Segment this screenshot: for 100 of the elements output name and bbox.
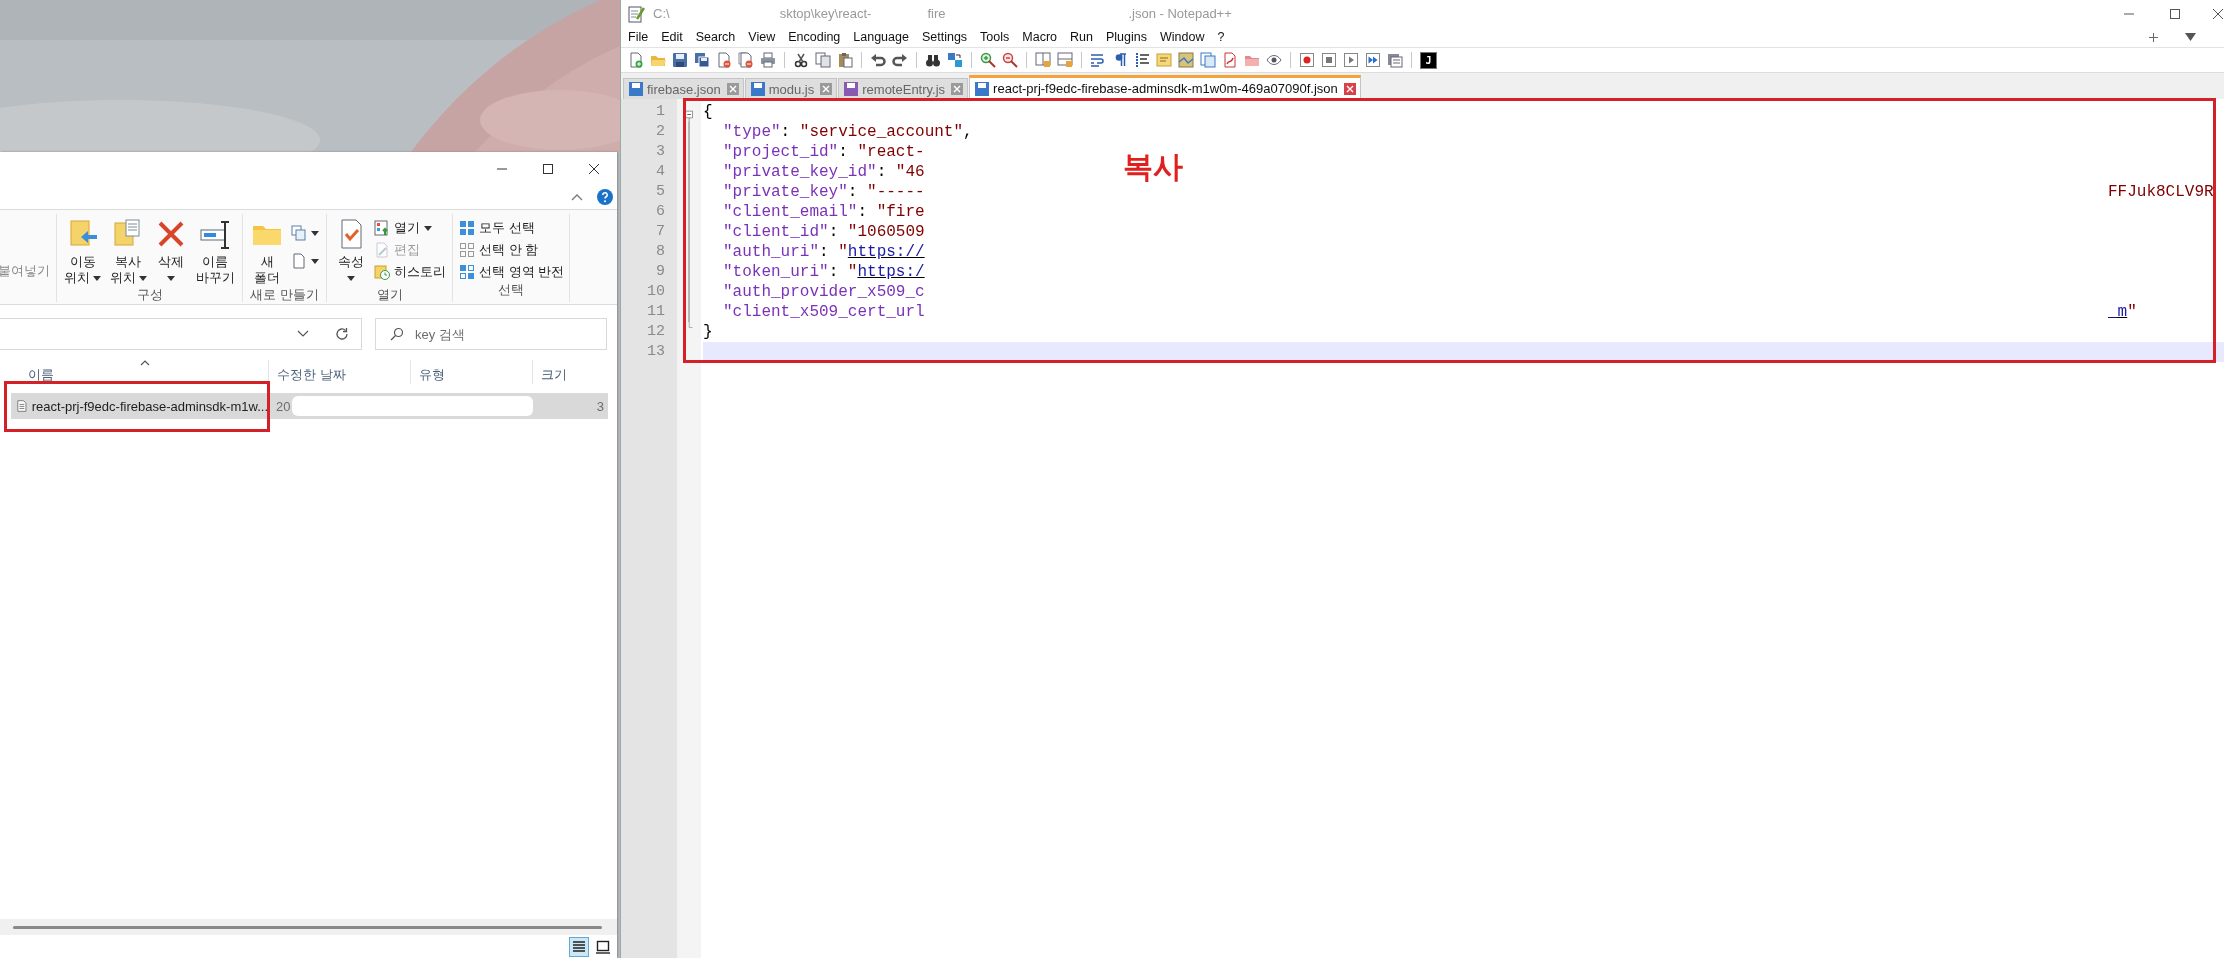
ribbon-small-button[interactable] xyxy=(291,252,319,270)
menu-item[interactable]: Language xyxy=(853,30,909,44)
find-icon[interactable] xyxy=(925,52,941,68)
close-icon[interactable] xyxy=(726,83,739,95)
indent-guide-icon[interactable] xyxy=(1134,52,1150,68)
file-row[interactable]: react-prj-f9edc-firebase-adminsdk-m1w... 20 3 xyxy=(11,393,608,419)
menu-item[interactable]: Encoding xyxy=(788,30,841,44)
file-tab[interactable]: react-prj-f9edc-firebase-adminsdk-m1w0m-469a07090f.json xyxy=(969,75,1361,99)
ribbon-button[interactable]: 이름 바꾸기 xyxy=(194,218,236,286)
notepad-icon xyxy=(627,4,645,23)
column-header[interactable]: 크기 xyxy=(532,360,617,384)
help-icon[interactable] xyxy=(597,189,613,205)
document-map-icon[interactable] xyxy=(1178,52,1194,68)
ribbon-button[interactable]: 삭제 xyxy=(153,218,189,286)
code-text: "auth_provider_x509_c xyxy=(723,282,925,302)
ribbon-small-button[interactable]: 선택 안 함 xyxy=(459,241,565,259)
fast-forward-icon[interactable] xyxy=(1365,52,1381,68)
ribbon-small-button[interactable]: 열기 xyxy=(374,219,446,237)
ribbon-small-button[interactable]: 모두 선택 xyxy=(459,219,565,237)
plugin-button[interactable]: J xyxy=(1420,51,1437,69)
ribbon-button[interactable]: 이동 위치 xyxy=(63,218,103,286)
close-icon xyxy=(2212,7,2224,20)
column-header[interactable]: 유형 xyxy=(410,360,532,384)
file-tab[interactable]: firebase.json xyxy=(623,78,744,99)
undo-icon[interactable] xyxy=(870,52,886,68)
close-icon[interactable] xyxy=(951,83,964,95)
code-text: } xyxy=(703,322,713,342)
menu-item[interactable]: File xyxy=(628,30,649,44)
close-file-icon[interactable] xyxy=(716,52,732,68)
code-text: "auth_uri": "https:// xyxy=(723,242,925,262)
menu-item[interactable]: Tools xyxy=(980,30,1010,44)
cut-icon[interactable] xyxy=(793,52,809,68)
play-icon[interactable] xyxy=(1343,52,1359,68)
menu-item[interactable]: Window xyxy=(1159,30,1205,44)
plus-icon[interactable] xyxy=(2149,32,2158,42)
line-number: 1 xyxy=(655,102,666,122)
copy-icon[interactable] xyxy=(815,52,831,68)
collapse-ribbon-icon[interactable] xyxy=(571,193,583,201)
save-macro-icon[interactable] xyxy=(1387,52,1403,68)
print-icon[interactable] xyxy=(760,52,776,68)
menu-item[interactable]: Edit xyxy=(661,30,683,44)
refresh-icon[interactable] xyxy=(335,327,349,341)
column-header[interactable]: 이름 xyxy=(0,360,268,384)
title-text: .json - Notepad++ xyxy=(1128,6,1232,21)
blank-page-icon xyxy=(291,253,307,269)
file-tab[interactable]: remoteEntry.js xyxy=(838,78,969,99)
line-number: 4 xyxy=(655,162,666,182)
scrollbar-thumb[interactable] xyxy=(13,925,602,929)
menu-item[interactable]: Settings xyxy=(921,30,968,44)
menu-item[interactable]: Search xyxy=(695,30,736,44)
close-icon[interactable] xyxy=(820,83,833,95)
document-swirl-icon[interactable] xyxy=(1222,52,1238,68)
menu-item[interactable]: Macro xyxy=(1022,30,1058,44)
save-icon[interactable] xyxy=(672,52,688,68)
menu-item[interactable]: ? xyxy=(1217,30,1225,44)
collapse-icon[interactable] xyxy=(684,107,695,122)
menu-item[interactable]: Plugins xyxy=(1105,30,1147,44)
group-label: 구성 xyxy=(135,286,164,304)
ribbon-button[interactable]: 새 폴더 xyxy=(249,218,285,286)
ribbon-small-button[interactable]: 히스토리 xyxy=(374,263,446,281)
menu-item[interactable]: View xyxy=(748,30,776,44)
redo-icon[interactable] xyxy=(892,52,908,68)
scrollbar[interactable] xyxy=(0,919,617,935)
line-number: 3 xyxy=(655,142,666,162)
file-tab[interactable]: modu.js xyxy=(744,78,838,99)
paste-icon[interactable] xyxy=(837,52,853,68)
code-text: "token_uri": "https:/ xyxy=(723,262,925,282)
language-icon[interactable] xyxy=(1156,52,1172,68)
ribbon-button[interactable]: 속성 xyxy=(333,218,368,286)
sync-vertical-icon[interactable] xyxy=(1035,52,1051,68)
zoom-in-icon[interactable] xyxy=(980,52,996,68)
zoom-out-icon[interactable] xyxy=(1002,52,1018,68)
title-text: fire xyxy=(927,6,946,21)
replace-icon[interactable] xyxy=(947,52,963,68)
close-all-icon[interactable] xyxy=(738,52,754,68)
function-list-icon[interactable] xyxy=(1200,52,1216,68)
new-file-icon[interactable] xyxy=(628,52,644,68)
sync-horizontal-icon[interactable] xyxy=(1057,52,1073,68)
ribbon-small-button[interactable] xyxy=(291,224,319,242)
record-icon[interactable] xyxy=(1299,52,1315,68)
dropdown-icon[interactable] xyxy=(2185,33,2196,41)
line-number: 7 xyxy=(655,222,666,242)
sort-caret-icon xyxy=(140,360,150,366)
word-wrap-icon[interactable] xyxy=(1090,52,1106,68)
view-button[interactable] xyxy=(569,936,589,957)
save-all-icon[interactable] xyxy=(694,52,710,68)
ribbon-button[interactable]: 복사 위치 xyxy=(108,218,148,286)
chevron-down-icon[interactable] xyxy=(297,330,309,338)
stop-icon[interactable] xyxy=(1321,52,1337,68)
line-number: 13 xyxy=(646,342,666,362)
group-label: 새로 만들기 xyxy=(249,286,320,304)
search-field[interactable]: key 검색 xyxy=(375,318,607,350)
eye-icon[interactable] xyxy=(1266,52,1282,68)
menu-item[interactable]: Run xyxy=(1070,30,1093,44)
title-text: sktop\key\react- xyxy=(779,6,872,21)
large-icons-view-icon xyxy=(595,938,611,955)
close-icon[interactable] xyxy=(1343,82,1356,95)
line-number: 10 xyxy=(646,282,666,302)
ribbon-small-button[interactable]: 선택 영역 반전 xyxy=(459,263,565,281)
column-header[interactable]: 수정한 날짜 xyxy=(268,360,410,384)
